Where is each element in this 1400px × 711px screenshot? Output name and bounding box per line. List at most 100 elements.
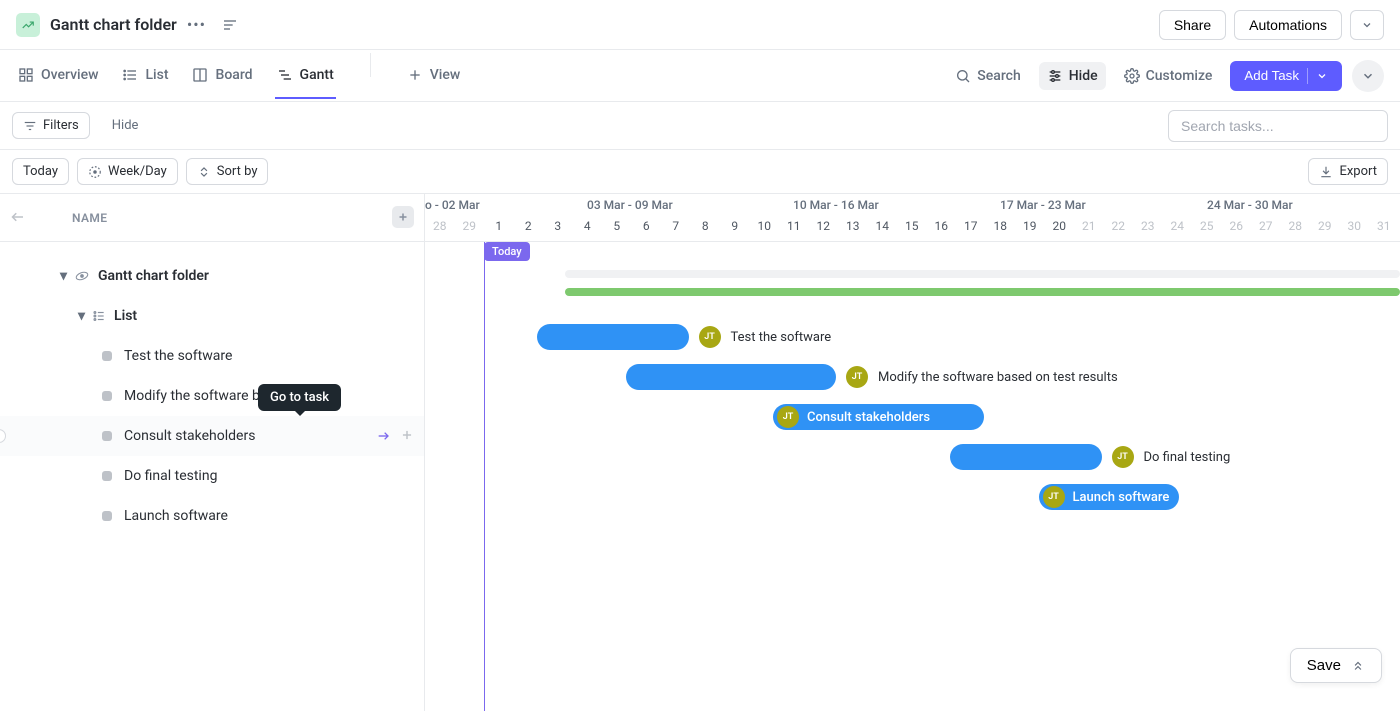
go-to-task-icon[interactable] xyxy=(376,428,392,444)
day-label: 6 xyxy=(632,219,662,233)
tab-label: View xyxy=(430,67,461,83)
filters-label: Filters xyxy=(43,118,79,133)
day-label: 31 xyxy=(1369,219,1399,233)
task-row[interactable]: Consult stakeholders xyxy=(0,416,424,456)
week-label: 17 Mar - 23 Mar xyxy=(1000,198,1086,212)
day-label: 15 xyxy=(897,219,927,233)
tab-board[interactable]: Board xyxy=(190,53,254,99)
sort-label: Sort by xyxy=(217,164,258,179)
scroll-track[interactable] xyxy=(565,270,1400,278)
go-to-task-tooltip: Go to task xyxy=(258,384,341,411)
add-column-button[interactable] xyxy=(392,206,414,228)
status-dot[interactable] xyxy=(102,431,112,441)
day-label: 21 xyxy=(1074,219,1104,233)
tab-gantt[interactable]: Gantt xyxy=(275,53,336,99)
task-name: Launch software xyxy=(124,508,228,524)
list-label: List xyxy=(114,308,137,324)
hide-label: Hide xyxy=(1069,68,1098,84)
day-label: 28 xyxy=(425,219,455,233)
day-label: 27 xyxy=(1251,219,1281,233)
description-icon[interactable] xyxy=(222,17,238,33)
gantt-bar-label: JTTest the software xyxy=(699,326,832,348)
day-label: 5 xyxy=(602,219,632,233)
add-subtask-icon[interactable] xyxy=(400,428,414,444)
today-button[interactable]: Today xyxy=(12,158,69,185)
name-column-header: NAME xyxy=(0,194,424,242)
main-split: NAME ▾ Gantt chart folder ▾ List xyxy=(0,194,1400,711)
more-icon[interactable]: ••• xyxy=(187,15,206,34)
search-label: Search xyxy=(977,68,1020,84)
tab-overview[interactable]: Overview xyxy=(16,53,100,99)
week-label: o - 02 Mar xyxy=(425,198,480,212)
tab-add-view[interactable]: View xyxy=(405,53,463,99)
customize-utility[interactable]: Customize xyxy=(1116,62,1221,90)
gantt-bar[interactable]: JT Consult stakeholders xyxy=(773,404,984,430)
day-label: 30 xyxy=(1340,219,1370,233)
week-label: 03 Mar - 09 Mar xyxy=(587,198,673,212)
day-label: 9 xyxy=(720,219,750,233)
filters-button[interactable]: Filters xyxy=(12,112,90,139)
gantt-body[interactable]: Today JTTest the softwareJTModify the so… xyxy=(425,242,1400,711)
day-label: 26 xyxy=(1222,219,1252,233)
day-label: 20 xyxy=(1045,219,1075,233)
page-title: Gantt chart folder xyxy=(50,15,177,34)
export-button[interactable]: Export xyxy=(1308,158,1388,185)
list-icon xyxy=(92,309,106,323)
task-row[interactable]: Launch software xyxy=(0,496,424,536)
status-dot[interactable] xyxy=(102,471,112,481)
tree-folder-row[interactable]: ▾ Gantt chart folder xyxy=(0,256,424,296)
search-input[interactable] xyxy=(1168,110,1388,142)
gantt-bar[interactable] xyxy=(950,444,1102,470)
avatar: JT xyxy=(699,326,721,348)
status-dot[interactable] xyxy=(102,351,112,361)
add-task-button[interactable]: Add Task xyxy=(1230,61,1342,91)
add-task-label: Add Task xyxy=(1244,68,1299,83)
status-dot[interactable] xyxy=(102,391,112,401)
hide-utility[interactable]: Hide xyxy=(1039,62,1106,90)
share-button[interactable]: Share xyxy=(1159,10,1226,40)
tab-list[interactable]: List xyxy=(120,53,170,99)
row-handle[interactable] xyxy=(0,429,6,443)
avatar: JT xyxy=(1043,486,1065,508)
view-tabs-row: Overview List Board Gantt View Search Hi… xyxy=(0,50,1400,102)
hide-link[interactable]: Hide xyxy=(102,113,149,138)
gantt-bar-label: JTDo final testing xyxy=(1112,446,1231,468)
day-label: 23 xyxy=(1133,219,1163,233)
collapse-icon[interactable] xyxy=(8,208,26,226)
gantt-bar[interactable] xyxy=(626,364,837,390)
more-options-button[interactable] xyxy=(1352,60,1384,92)
task-tree: ▾ Gantt chart folder ▾ List Test the sof… xyxy=(0,242,424,536)
day-label: 24 xyxy=(1163,219,1193,233)
day-label: 10 xyxy=(750,219,780,233)
save-button[interactable]: Save xyxy=(1290,648,1382,683)
task-row[interactable]: Modify the software b xyxy=(0,376,424,416)
caret-down-icon[interactable]: ▾ xyxy=(60,268,74,284)
bar-label: Launch software xyxy=(1073,490,1170,505)
timeline-header: o - 02 Mar03 Mar - 09 Mar10 Mar - 16 Mar… xyxy=(425,194,1400,242)
day-label: 1 xyxy=(484,219,514,233)
status-dot[interactable] xyxy=(102,511,112,521)
tab-label: Overview xyxy=(41,67,98,83)
tab-label: List xyxy=(145,67,168,83)
gantt-bar[interactable]: JT Launch software xyxy=(1039,484,1180,510)
bar-label: Consult stakeholders xyxy=(807,410,930,425)
avatar: JT xyxy=(777,406,799,428)
day-label: 12 xyxy=(809,219,839,233)
export-label: Export xyxy=(1339,164,1377,179)
automations-button[interactable]: Automations xyxy=(1234,10,1342,40)
caret-down-icon[interactable]: ▾ xyxy=(78,308,92,324)
day-label: 13 xyxy=(838,219,868,233)
folder-icon xyxy=(74,268,90,284)
day-label: 16 xyxy=(927,219,957,233)
zoom-button[interactable]: Week/Day xyxy=(77,158,178,185)
gantt-bar[interactable] xyxy=(537,324,689,350)
search-utility[interactable]: Search xyxy=(947,62,1028,90)
task-row[interactable]: Test the software xyxy=(0,336,424,376)
sort-button[interactable]: Sort by xyxy=(186,158,269,185)
task-name: Test the software xyxy=(124,348,232,364)
filter-row: Filters Hide xyxy=(0,102,1400,150)
tree-list-row[interactable]: ▾ List xyxy=(0,296,424,336)
automations-more-button[interactable] xyxy=(1350,10,1384,40)
task-row[interactable]: Do final testing xyxy=(0,456,424,496)
folder-icon xyxy=(16,13,40,37)
